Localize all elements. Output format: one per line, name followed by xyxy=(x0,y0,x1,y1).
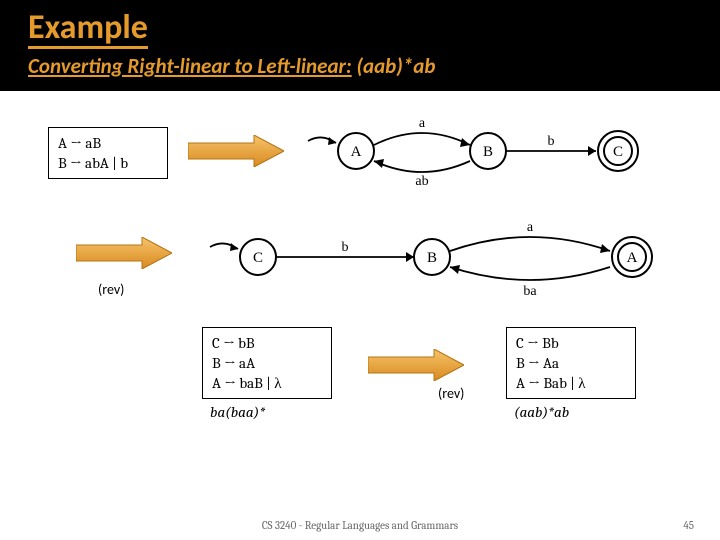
subtitle-expression: (aab)*ab xyxy=(356,53,435,79)
caption-grammar-3: (aab)*ab xyxy=(514,403,569,421)
svg-text:b: b xyxy=(548,134,555,149)
grammar-box-3: C → Bb B → Aa A → Bab | λ xyxy=(506,327,636,400)
svg-text:B: B xyxy=(427,250,437,266)
svg-text:a: a xyxy=(527,220,534,235)
footer: CS 3240 - Regular Languages and Grammars… xyxy=(0,519,720,532)
svg-text:B: B xyxy=(483,144,493,160)
grammar-line: A → baB | λ xyxy=(212,373,322,393)
svg-text:A: A xyxy=(351,144,362,160)
page-subtitle: Converting Right-linear to Left-linear: … xyxy=(28,53,692,79)
page-number: 45 xyxy=(683,519,694,532)
fsa-diagram-1: A a ab B b C xyxy=(302,115,654,189)
svg-text:ab: ab xyxy=(415,174,428,189)
svg-text:ba: ba xyxy=(523,284,537,299)
footer-text: CS 3240 - Regular Languages and Grammars xyxy=(0,519,720,532)
grammar-line: B → Aa xyxy=(516,353,626,373)
grammar-box-1: A → aB B → abA | b xyxy=(48,127,168,180)
grammar-box-2: C → bB B → aA A → baB | λ xyxy=(202,327,332,400)
fsa-diagram-2: C b B a ba A xyxy=(204,217,670,299)
grammar-line: B → abA | b xyxy=(58,153,158,173)
grammar-line: A → Bab | λ xyxy=(516,373,626,393)
grammar-line: C → Bb xyxy=(516,333,626,353)
grammar-line: B → aA xyxy=(212,353,322,373)
svg-text:a: a xyxy=(419,116,426,131)
grammar-line: C → bB xyxy=(212,333,322,353)
rev-label-2: (rev) xyxy=(438,385,464,402)
page-title: Example xyxy=(28,10,148,49)
caption-grammar-2: ba(baa)* xyxy=(210,403,265,421)
rev-label-1: (rev) xyxy=(98,281,124,298)
arrow-right-1 xyxy=(188,135,284,167)
svg-text:A: A xyxy=(627,250,638,266)
subtitle-text: Converting Right-linear to Left-linear: xyxy=(28,53,352,79)
svg-text:b: b xyxy=(342,240,349,255)
svg-text:C: C xyxy=(613,144,623,160)
svg-text:C: C xyxy=(253,250,263,266)
arrow-right-2 xyxy=(76,237,172,269)
grammar-line: A → aB xyxy=(58,133,158,153)
arrow-right-3 xyxy=(368,349,464,381)
